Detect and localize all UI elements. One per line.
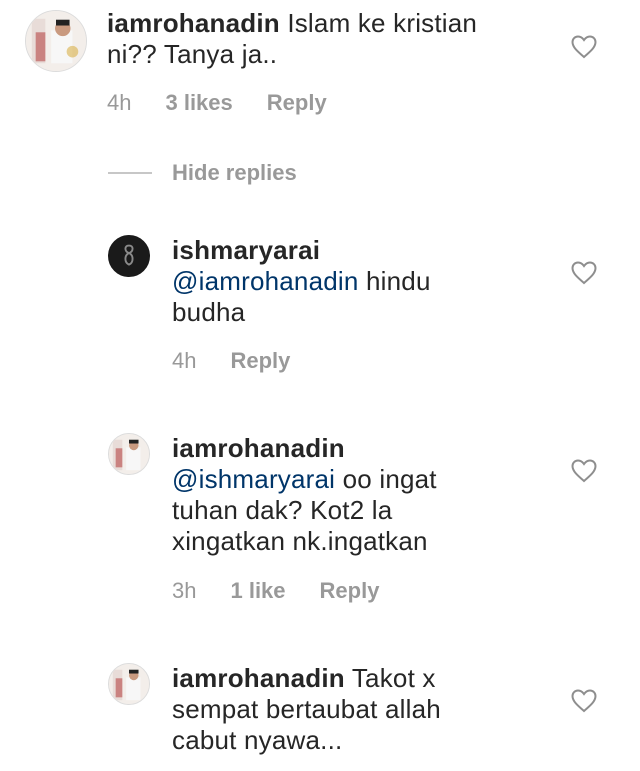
- comment-body: ni?? Tanya ja..: [107, 39, 278, 69]
- like-heart-icon[interactable]: [571, 261, 597, 285]
- reply-button[interactable]: Reply: [267, 90, 327, 116]
- comment-text: ishmaryarai @iamrohanadin hindu budha: [172, 235, 552, 328]
- comment-username[interactable]: iamrohanadin: [172, 663, 345, 693]
- comment-body: oo ingat: [342, 464, 437, 494]
- avatar[interactable]: [108, 235, 150, 277]
- comment-username[interactable]: ishmaryarai: [172, 235, 320, 265]
- comment-timestamp: 4h: [172, 348, 197, 373]
- comment-timestamp: 4h: [107, 90, 132, 115]
- comment-meta: 4h Reply: [172, 348, 324, 374]
- avatar[interactable]: [25, 10, 87, 72]
- comment-body: Islam ke kristian: [287, 8, 478, 38]
- comment-timestamp: 3h: [172, 578, 197, 603]
- comment-likes[interactable]: 3 likes: [165, 90, 232, 116]
- comment-body: tuhan dak? Kot2 la: [172, 495, 393, 525]
- mention-link[interactable]: @ishmaryarai: [172, 464, 335, 494]
- reply-button[interactable]: Reply: [320, 578, 380, 604]
- comment-body: hindu: [365, 266, 431, 296]
- comment-meta: 4h 3 likes Reply: [107, 90, 361, 116]
- avatar-photo-icon: [109, 434, 149, 474]
- avatar-photo-icon: [26, 11, 86, 71]
- like-heart-icon[interactable]: [571, 35, 597, 59]
- avatar-photo-icon: [109, 664, 149, 704]
- comment-likes[interactable]: 1 like: [230, 578, 285, 604]
- comment-username[interactable]: iamrohanadin: [172, 433, 345, 463]
- comment-body: budha: [172, 297, 246, 327]
- divider: [108, 172, 152, 174]
- mention-link[interactable]: @iamrohanadin: [172, 266, 359, 296]
- comment-body: xingatkan nk.ingatkan: [172, 526, 428, 556]
- avatar[interactable]: [108, 433, 150, 475]
- avatar-logo-icon: [109, 236, 149, 276]
- comment-text: iamrohanadin Islam ke kristian ni?? Tany…: [107, 8, 567, 70]
- comment-text: iamrohanadin Takot x sempat bertaubat al…: [172, 663, 562, 756]
- like-heart-icon[interactable]: [571, 689, 597, 713]
- comment-body: Takot x: [351, 663, 436, 693]
- hide-replies-button[interactable]: Hide replies: [108, 160, 297, 186]
- like-heart-icon[interactable]: [571, 459, 597, 483]
- comment-body: sempat bertaubat allah: [172, 694, 441, 724]
- comment-text: iamrohanadin @ishmaryarai oo ingat tuhan…: [172, 433, 562, 557]
- comment-meta: 3h 1 like Reply: [172, 578, 413, 604]
- avatar[interactable]: [108, 663, 150, 705]
- comment-username[interactable]: iamrohanadin: [107, 8, 280, 38]
- reply-button[interactable]: Reply: [230, 348, 290, 374]
- hide-replies-label: Hide replies: [172, 160, 297, 185]
- comment-body: cabut nyawa...: [172, 725, 343, 755]
